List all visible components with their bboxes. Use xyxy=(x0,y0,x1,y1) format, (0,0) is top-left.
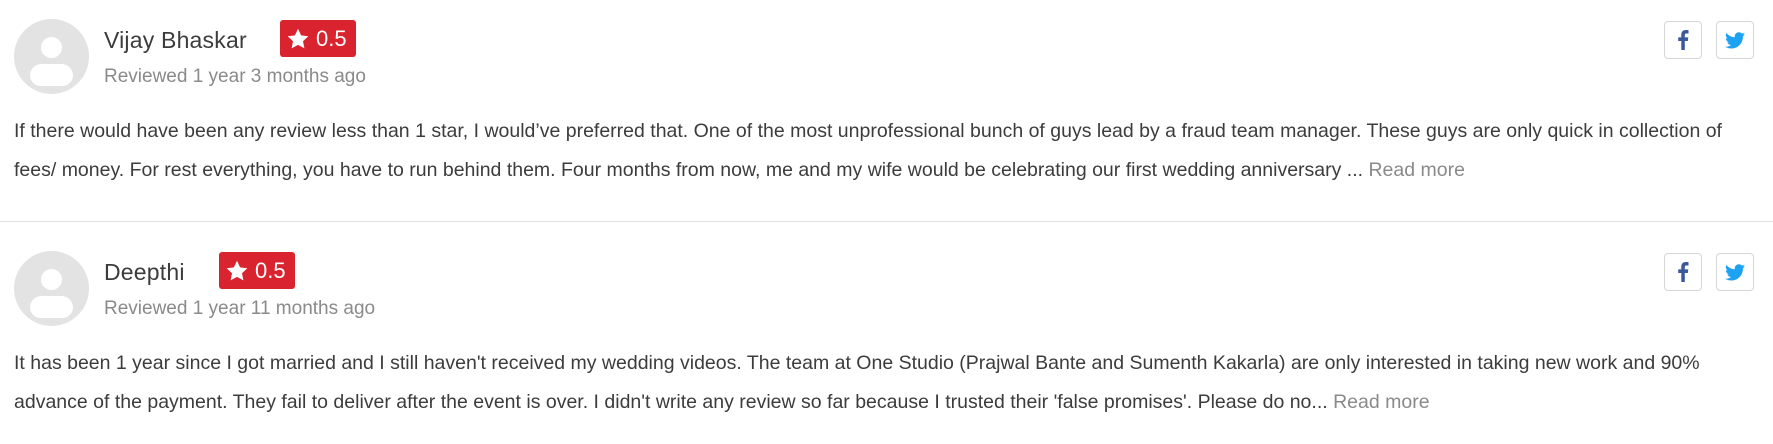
read-more-link[interactable]: Read more xyxy=(1333,391,1429,413)
user-avatar-icon xyxy=(14,19,89,94)
read-more-link[interactable]: Read more xyxy=(1368,159,1464,181)
twitter-icon xyxy=(1725,263,1745,280)
twitter-share-button[interactable] xyxy=(1716,21,1754,59)
review-date: Reviewed 1 year 3 months ago xyxy=(104,66,366,87)
review-text: If there would have been any review less… xyxy=(14,112,1754,190)
twitter-icon xyxy=(1725,31,1745,48)
reviewer-name: Vijay Bhaskar xyxy=(104,27,247,53)
reviews-list: Vijay Bhaskar 0.5 Reviewed 1 year 3 mont… xyxy=(0,0,1773,444)
user-avatar-icon xyxy=(14,251,89,326)
twitter-share-button[interactable] xyxy=(1716,253,1754,291)
review-card: Deepthi 0.5 Reviewed 1 year 11 months ag… xyxy=(0,232,1773,444)
review-body: It has been 1 year since I got married a… xyxy=(14,352,1700,413)
star-icon xyxy=(287,28,309,48)
rating-badge: 0.5 xyxy=(219,252,295,289)
facebook-share-button[interactable] xyxy=(1664,253,1702,291)
rating-value: 0.5 xyxy=(255,257,286,283)
review-date: Reviewed 1 year 11 months ago xyxy=(104,298,376,319)
rating-value: 0.5 xyxy=(316,25,347,51)
facebook-icon xyxy=(1678,262,1689,282)
star-icon xyxy=(226,260,248,280)
facebook-icon xyxy=(1678,30,1689,50)
reviewer-name: Deepthi xyxy=(104,259,185,285)
facebook-share-button[interactable] xyxy=(1664,21,1702,59)
review-card: Vijay Bhaskar 0.5 Reviewed 1 year 3 mont… xyxy=(0,0,1773,222)
review-body: If there would have been any review less… xyxy=(14,120,1722,181)
rating-badge: 0.5 xyxy=(280,20,356,57)
review-text: It has been 1 year since I got married a… xyxy=(14,344,1754,422)
